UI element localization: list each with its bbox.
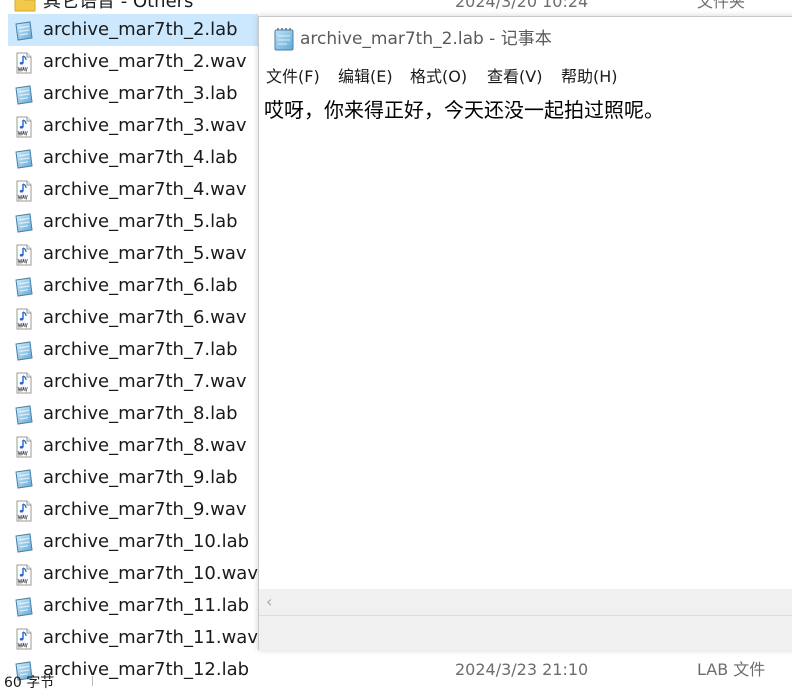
notepad-content: 哎呀，你来得正好，今天还没一起拍过照呢。 <box>264 98 664 122</box>
notepad-document-icon <box>15 85 33 105</box>
audio-file-icon <box>16 52 32 74</box>
status-size-text: 60 字节 <box>4 675 55 691</box>
horizontal-scrollbar[interactable]: ‹ <box>259 589 792 615</box>
file-name: archive_mar7th_8.wav <box>43 435 247 456</box>
file-name: archive_mar7th_11.lab <box>43 595 250 616</box>
file-name: archive_mar7th_4.lab <box>43 147 238 168</box>
file-name: archive_mar7th_10.lab <box>43 531 250 552</box>
audio-file-icon <box>16 308 32 330</box>
notepad-title: archive_mar7th_2.lab - 记事本 <box>300 29 552 49</box>
notepad-menu-bar: 文件(F) 编辑(E) 格式(O) 查看(V) 帮助(H) <box>259 63 792 91</box>
notepad-app-icon <box>274 28 294 51</box>
audio-file-icon <box>16 372 32 394</box>
file-name: archive_mar7th_9.wav <box>43 499 247 520</box>
menu-edit[interactable]: 编辑(E) <box>338 65 393 89</box>
menu-format[interactable]: 格式(O) <box>410 65 467 89</box>
file-name: archive_mar7th_7.lab <box>43 339 238 360</box>
file-name: archive_mar7th_2.wav <box>43 51 247 72</box>
notepad-document-icon <box>15 21 33 41</box>
menu-file[interactable]: 文件(F) <box>266 65 320 89</box>
scroll-left-icon[interactable]: ‹ <box>266 592 272 612</box>
file-row[interactable]: archive_mar7th_2.lab <box>8 14 258 46</box>
file-name: archive_mar7th_9.lab <box>43 467 238 488</box>
notepad-document-icon <box>15 405 33 425</box>
folder-icon <box>14 0 36 12</box>
audio-file-icon <box>16 564 32 586</box>
notepad-document-icon <box>15 597 33 617</box>
explorer-status-bar: 60 字节 <box>0 672 792 694</box>
notepad-title-bar[interactable]: archive_mar7th_2.lab - 记事本 <box>259 17 792 61</box>
file-name: archive_mar7th_7.wav <box>43 371 247 392</box>
file-name: archive_mar7th_2.lab <box>43 19 238 40</box>
file-name: archive_mar7th_3.wav <box>43 115 247 136</box>
file-name: archive_mar7th_10.wav <box>43 563 258 584</box>
file-name: archive_mar7th_11.wav <box>43 627 258 648</box>
folder-date: 2024/3/20 10:24 <box>455 0 589 11</box>
audio-file-icon <box>16 436 32 458</box>
notepad-document-icon <box>15 213 33 233</box>
notepad-document-icon <box>15 533 33 553</box>
notepad-document-icon <box>15 469 33 489</box>
file-name: archive_mar7th_5.wav <box>43 243 247 264</box>
notepad-document-icon <box>15 341 33 361</box>
notepad-window[interactable]: archive_mar7th_2.lab - 记事本 文件(F) 编辑(E) 格… <box>258 16 792 650</box>
audio-file-icon <box>16 116 32 138</box>
file-name: archive_mar7th_3.lab <box>43 83 238 104</box>
audio-file-icon <box>16 244 32 266</box>
file-name: archive_mar7th_6.lab <box>43 275 238 296</box>
audio-file-icon <box>16 500 32 522</box>
file-name: archive_mar7th_6.wav <box>43 307 247 328</box>
audio-file-icon <box>16 180 32 202</box>
file-name: archive_mar7th_5.lab <box>43 211 238 232</box>
notepad-text-area[interactable]: 哎呀，你来得正好，今天还没一起拍过照呢。 <box>259 91 792 589</box>
status-separator <box>92 676 93 686</box>
folder-name: 其它语音 - Others <box>43 0 194 12</box>
menu-view[interactable]: 查看(V) <box>487 65 542 89</box>
notepad-document-icon <box>15 277 33 297</box>
menu-help[interactable]: 帮助(H) <box>561 65 618 89</box>
file-name: archive_mar7th_8.lab <box>43 403 238 424</box>
audio-file-icon <box>16 628 32 650</box>
notepad-status-bar <box>259 615 792 650</box>
notepad-document-icon <box>15 149 33 169</box>
file-name: archive_mar7th_4.wav <box>43 179 247 200</box>
folder-type: 文件夹 <box>697 0 746 11</box>
